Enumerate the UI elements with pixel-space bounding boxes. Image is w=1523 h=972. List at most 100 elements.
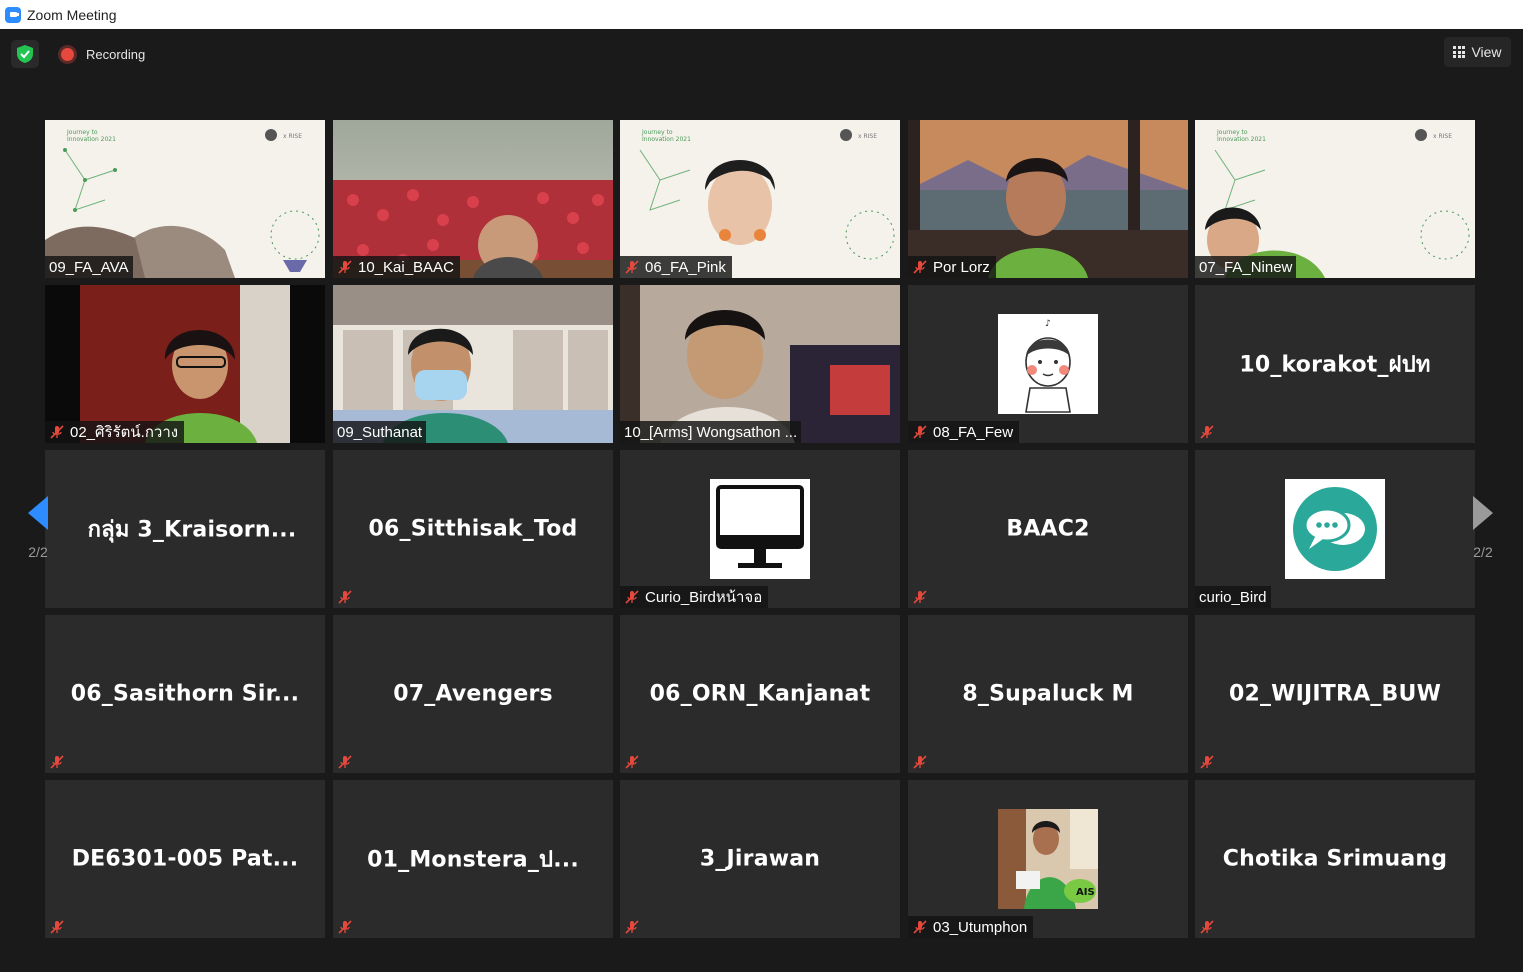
participant-tile[interactable]: 01_Monstera_ป... [333, 780, 613, 938]
participant-name: BAAC2 [1006, 516, 1090, 542]
page-indicator: 2/2 [1473, 544, 1493, 560]
meeting-topbar: Recording View [0, 29, 1523, 79]
participant-tile[interactable]: 09_Suthanat [333, 285, 613, 443]
security-shield-icon[interactable] [11, 40, 39, 68]
recording-indicator[interactable]: Recording [52, 40, 151, 68]
participant-tile[interactable]: 8_Supaluck M [908, 615, 1188, 773]
video-feed [908, 120, 1188, 278]
window-titlebar: Zoom Meeting [0, 0, 1523, 29]
participant-name-label [333, 751, 362, 773]
participant-name-label [1195, 421, 1224, 443]
participant-tile[interactable]: Journey to Innovation 2021 x RISE 06_FA_… [620, 120, 900, 278]
previous-page-button[interactable]: 2/2 [18, 472, 58, 584]
participant-name: 06_FA_Pink [645, 258, 726, 276]
participant-name: 10_[Arms] Wongsathon ... [624, 423, 798, 441]
video-feed [620, 285, 900, 443]
participant-tile[interactable]: 10_Kai_BAAC [333, 120, 613, 278]
participant-tile[interactable]: DE6301-005 Pat... [45, 780, 325, 938]
view-button[interactable]: View [1444, 37, 1511, 67]
participant-tile[interactable]: BAAC2 [908, 450, 1188, 608]
next-page-button[interactable]: 2/2 [1463, 472, 1503, 584]
video-feed [333, 285, 613, 443]
participant-name: DE6301-005 Pat... [71, 846, 299, 872]
participant-name-label: curio_Bird [1195, 586, 1271, 608]
chat-bubble-icon [1285, 479, 1385, 579]
svg-text:AIS: AIS [1076, 887, 1095, 898]
muted-mic-icon [624, 589, 640, 605]
participant-name: 10_Kai_BAAC [358, 258, 454, 276]
muted-mic-icon [912, 589, 928, 605]
muted-mic-icon [912, 424, 928, 440]
svg-text:x RISE: x RISE [858, 133, 877, 140]
participant-tile[interactable]: Chotika Srimuang [1195, 780, 1475, 938]
page-indicator: 2/2 [28, 544, 48, 560]
svg-text:Innovation 2021: Innovation 2021 [67, 136, 116, 143]
participant-name: กลุ่ม 3_Kraisorn... [87, 517, 297, 543]
muted-mic-icon [912, 754, 928, 770]
participant-name: Chotika Srimuang [1222, 846, 1448, 872]
participant-name: 10_korakot_ฝปท [1239, 352, 1431, 378]
participant-name-label: 02_ศิริรัตน์.กวาง [45, 421, 185, 443]
participant-tile[interactable]: Curio_Birdหน้าจอ [620, 450, 900, 608]
participant-name: 06_Sasithorn Sir... [70, 681, 300, 707]
svg-text:Journey to: Journey to [641, 129, 673, 136]
participant-name-label [45, 751, 74, 773]
participant-tile[interactable]: Journey to Innovation 2021 x RISE 09_FA_… [45, 120, 325, 278]
participant-name: 01_Monstera_ป... [367, 847, 579, 873]
participant-name: 06_ORN_Kanjanat [649, 681, 871, 707]
window-title: Zoom Meeting [27, 6, 117, 23]
participant-name: 07_Avengers [393, 681, 553, 707]
participant-tile[interactable]: 06_Sitthisak_Tod [333, 450, 613, 608]
arrow-right-icon [1473, 496, 1493, 530]
video-feed: Journey to Innovation 2021 x RISE [620, 120, 900, 278]
participant-tile[interactable]: กลุ่ม 3_Kraisorn... [45, 450, 325, 608]
svg-text:Journey to: Journey to [1216, 129, 1248, 136]
participant-tile[interactable]: 02_ศิริรัตน์.กวาง [45, 285, 325, 443]
participant-name: 02_ศิริรัตน์.กวาง [70, 424, 179, 441]
muted-mic-icon [1199, 919, 1215, 935]
svg-text:x RISE: x RISE [1433, 133, 1452, 140]
video-feed: Journey to Innovation 2021 x RISE [45, 120, 325, 278]
muted-mic-icon [1199, 754, 1215, 770]
participant-tile[interactable]: 10_[Arms] Wongsathon ... [620, 285, 900, 443]
participant-name-label: 06_FA_Pink [620, 256, 732, 278]
participant-tile[interactable]: 3_Jirawan [620, 780, 900, 938]
participant-tile[interactable]: AIS 03_Utumphon [908, 780, 1188, 938]
participant-name: 3_Jirawan [699, 846, 821, 872]
participant-name: 09_FA_AVA [49, 258, 129, 276]
participant-name: 02_WIJITRA_BUW [1228, 681, 1442, 707]
muted-mic-icon [624, 259, 640, 275]
muted-mic-icon [912, 259, 928, 275]
participant-name-label [620, 916, 649, 938]
muted-mic-icon [49, 754, 65, 770]
video-feed [333, 120, 613, 278]
arrow-left-icon [28, 496, 48, 530]
participant-name-label [908, 586, 937, 608]
participant-tile[interactable]: 10_korakot_ฝปท [1195, 285, 1475, 443]
participant-name-label: 10_Kai_BAAC [333, 256, 460, 278]
svg-text:Journey to: Journey to [66, 129, 98, 136]
view-button-label: View [1471, 44, 1502, 60]
participant-tile[interactable]: curio_Bird [1195, 450, 1475, 608]
participant-tile[interactable]: 07_Avengers [333, 615, 613, 773]
muted-mic-icon [337, 754, 353, 770]
participant-name-label [45, 916, 74, 938]
participant-tile[interactable]: 06_ORN_Kanjanat [620, 615, 900, 773]
participant-tile[interactable]: ♪ 08_FA_Few [908, 285, 1188, 443]
muted-mic-icon [624, 754, 640, 770]
participant-name-label [908, 751, 937, 773]
participant-name-label: Curio_Birdหน้าจอ [620, 586, 769, 608]
video-feed: Journey to Innovation 2021 x RISE [1195, 120, 1475, 278]
participant-name: curio_Bird [1199, 588, 1267, 606]
participant-name-label [1195, 916, 1224, 938]
participant-name-label: 09_FA_AVA [45, 256, 133, 278]
muted-mic-icon [337, 589, 353, 605]
monitor-icon [710, 479, 810, 579]
participant-tile[interactable]: 06_Sasithorn Sir... [45, 615, 325, 773]
participant-tile[interactable]: Por Lorz [908, 120, 1188, 278]
participant-tile[interactable]: Journey to Innovation 2021 x RISE 07_FA_… [1195, 120, 1475, 278]
muted-mic-icon [49, 919, 65, 935]
participant-tile[interactable]: 02_WIJITRA_BUW [1195, 615, 1475, 773]
recording-label: Recording [86, 46, 146, 62]
participant-name: 03_Utumphon [933, 918, 1028, 936]
